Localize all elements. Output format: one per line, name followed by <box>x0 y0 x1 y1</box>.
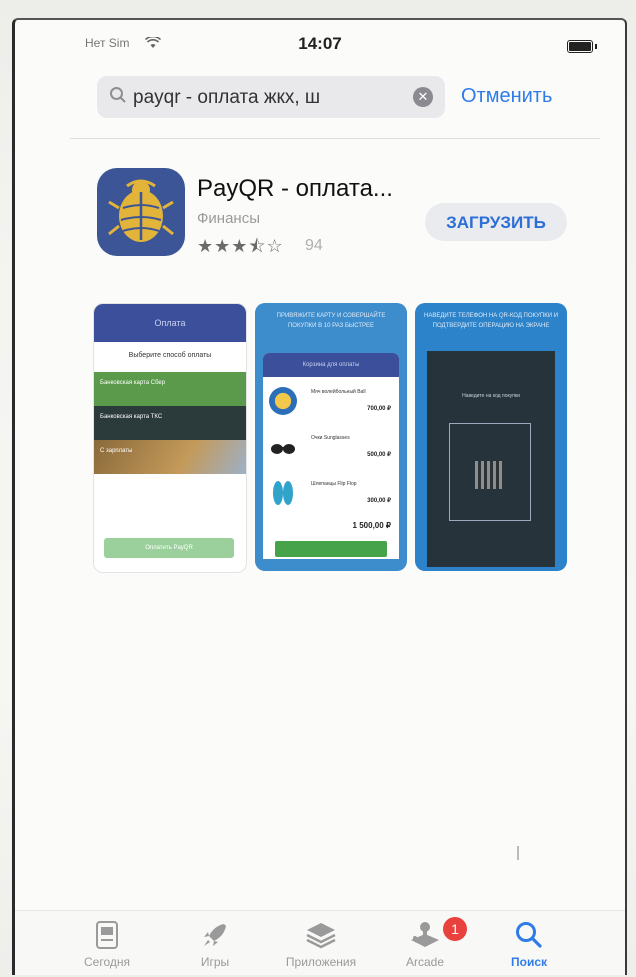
cart-item-price: 700,00 ₽ <box>367 406 391 412</box>
shot1-header: Оплата <box>94 304 246 342</box>
cart-item: Очки Sunglasses 500,00 ₽ <box>269 429 393 469</box>
rating-stars: ★★★⯪☆ <box>197 236 284 256</box>
arcade-badge: 1 <box>443 917 467 941</box>
camera-view: Наведите на код покупки <box>427 351 555 567</box>
shot1-card: Банковская карта ТКС <box>94 406 246 440</box>
tab-games[interactable]: Игры <box>165 917 265 969</box>
flip-flops-icon <box>269 479 297 507</box>
cart-total: 1 500,00 ₽ <box>352 521 391 530</box>
status-bar: Нет Sim 14:07 <box>15 20 625 66</box>
tab-today[interactable]: Сегодня <box>57 917 157 969</box>
cart-item-name: Мяч волейбольный Ball <box>311 389 366 395</box>
app-category: Финансы <box>197 210 260 227</box>
cart-item-name: Шлепанцы Flip Flop <box>311 481 357 487</box>
tab-label: Arcade <box>405 955 445 969</box>
shot2-caption: ПРИВЯЖИТЕ КАРТУ И СОВЕРШАЙТЕ ПОКУПКИ В 1… <box>276 313 386 329</box>
shot2-header: Корзина для оплаты <box>263 353 399 377</box>
divider <box>70 138 600 139</box>
layers-icon <box>271 917 371 953</box>
shot2-pay-button <box>275 541 387 557</box>
scarab-logo-icon <box>108 179 174 242</box>
search-input[interactable]: payqr - оплата жкх, ш <box>133 87 403 109</box>
app-icon[interactable] <box>97 168 185 256</box>
search-bar[interactable]: payqr - оплата жкх, ш ✕ <box>97 76 445 118</box>
status-time: 14:07 <box>298 34 342 53</box>
qr-code-icon <box>475 461 503 489</box>
clear-search-icon[interactable]: ✕ <box>413 87 433 107</box>
cart-item-price: 500,00 ₽ <box>367 452 391 458</box>
tab-label: Приложения <box>285 955 357 969</box>
shot1-card: С зарплаты <box>94 440 246 474</box>
search-icon <box>479 917 579 953</box>
tab-bar: Сегодня Игры Приложения Arcade Поиск 1 <box>15 910 625 975</box>
cancel-button[interactable]: Отменить <box>461 85 552 108</box>
cart-item-price: 300,00 ₽ <box>367 498 391 504</box>
app-screenshot-3[interactable]: НАВЕДИТЕ ТЕЛЕФОН НА QR-КОД ПОКУПКИ И ПОД… <box>415 303 567 571</box>
tab-label: Поиск <box>510 955 547 969</box>
tab-label: Сегодня <box>84 955 130 969</box>
tab-label: Игры <box>200 955 230 969</box>
rating-count: 94 <box>305 237 323 254</box>
ball-icon <box>269 387 297 415</box>
rocket-icon <box>165 917 265 953</box>
app-screenshot-2[interactable]: ПРИВЯЖИТЕ КАРТУ И СОВЕРШАЙТЕ ПОКУПКИ В 1… <box>255 303 407 571</box>
shot1-subtitle: Выберите способ оплаты <box>128 352 212 359</box>
get-button[interactable]: ЗАГРУЗИТЬ <box>425 203 567 241</box>
today-icon <box>57 917 157 953</box>
battery-icon <box>567 40 597 53</box>
cart-item: Шлепанцы Flip Flop 300,00 ₽ <box>269 475 393 515</box>
tab-apps[interactable]: Приложения <box>271 917 371 969</box>
scan-artifact <box>517 846 519 860</box>
cart-item-name: Очки Sunglasses <box>311 435 350 441</box>
sunglasses-icon <box>269 433 297 461</box>
shot1-card: Банковская карта Сбер <box>94 372 246 406</box>
shot3-caption: НАВЕДИТЕ ТЕЛЕФОН НА QR-КОД ПОКУПКИ И ПОД… <box>423 313 559 329</box>
app-name[interactable]: PayQR - оплата... <box>197 175 393 203</box>
shot2-cart-panel: Корзина для оплаты Мяч волейбольный Ball… <box>263 353 399 559</box>
tab-search[interactable]: Поиск <box>479 917 579 969</box>
phone-screen: Нет Sim 14:07 payqr - оплата жкх, ш ✕ От… <box>12 18 627 975</box>
shot1-pay-button: Оплатить PayQR <box>104 538 234 558</box>
cart-item: Мяч волейбольный Ball 700,00 ₽ <box>269 383 393 423</box>
shot3-hint: Наведите на код покупки <box>462 393 520 399</box>
app-screenshot-1[interactable]: Оплата Выберите способ оплаты Банковская… <box>93 303 247 573</box>
search-icon <box>109 86 127 109</box>
